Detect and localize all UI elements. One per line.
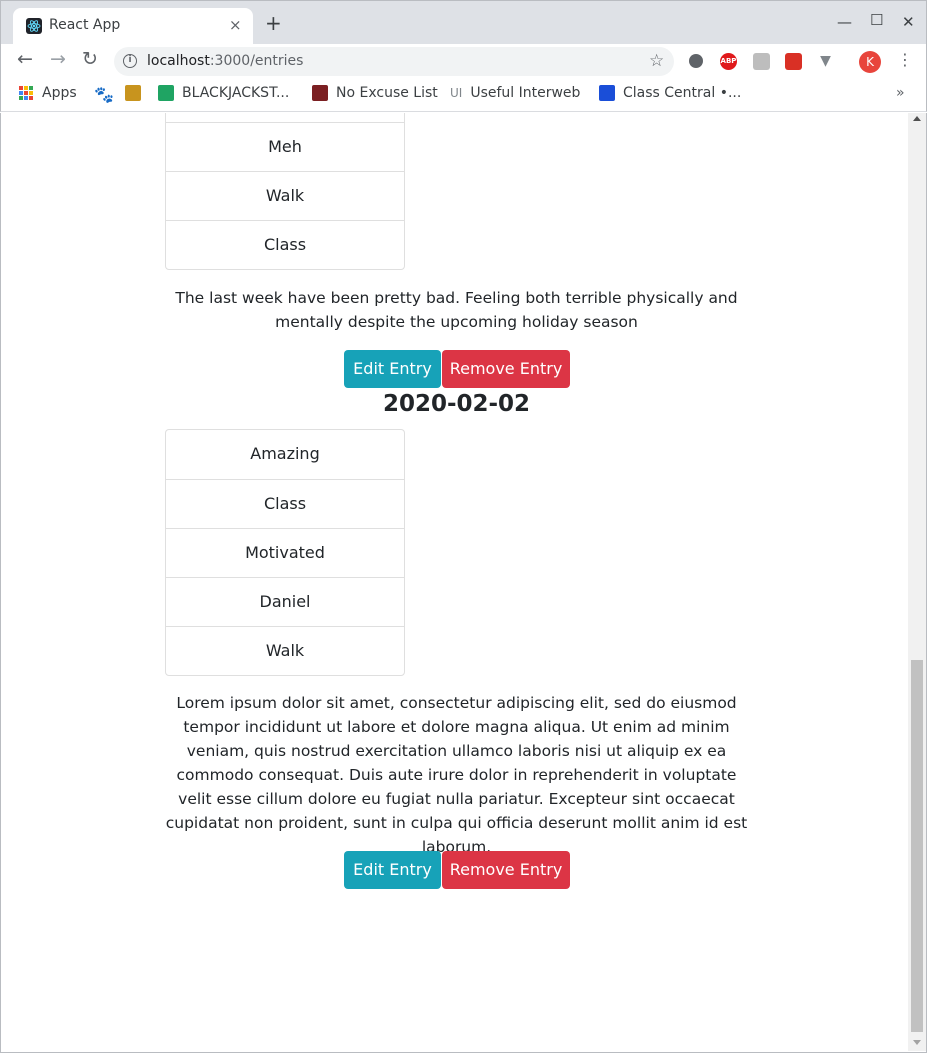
tab-react-app[interactable]: React App × — [13, 8, 253, 45]
remove-entry-button[interactable]: Remove Entry — [442, 350, 570, 388]
reload-icon[interactable]: ↻ — [82, 48, 98, 70]
bookmark-label: BLACKJACKST... — [182, 85, 290, 101]
extension-red-icon[interactable] — [785, 53, 802, 70]
browser-toolbar: ← → ↻ i localhost:3000/entries ☆ ABP ▼ K… — [0, 44, 927, 78]
bookmark-paw[interactable]: 🐾 — [94, 85, 114, 104]
react-icon — [26, 18, 42, 34]
blackjack-icon — [158, 85, 174, 101]
extension-circle-icon[interactable] — [689, 54, 703, 68]
scrollbar-thumb[interactable] — [911, 660, 923, 1032]
entry-date: 2020-02-02 — [382, 391, 531, 417]
bookmarks-bar: Apps 🐾 BLACKJACKST... No Excuse List UI … — [0, 78, 927, 112]
back-icon[interactable]: ← — [17, 48, 33, 70]
bookmark-label: No Excuse List — [336, 85, 438, 101]
tab-title: React App — [49, 17, 121, 33]
adblock-icon[interactable]: ABP — [720, 53, 737, 70]
vue-devtools-icon[interactable]: ▼ — [817, 53, 834, 70]
apps-grid-icon — [19, 86, 33, 100]
list-item — [166, 113, 404, 122]
list-item: Walk — [166, 626, 404, 675]
profile-avatar[interactable]: K — [859, 51, 881, 73]
bookmarks-overflow-icon[interactable]: » — [896, 85, 905, 101]
list-item: Walk — [166, 171, 404, 220]
url-text: localhost:3000/entries — [147, 53, 303, 69]
edit-entry-button[interactable]: Edit Entry — [344, 851, 441, 889]
tab-strip: React App × + — ☐ ✕ — [0, 0, 927, 45]
entry-text: Lorem ipsum dolor sit amet, consectetur … — [165, 694, 748, 856]
extension-grey-icon[interactable] — [753, 53, 770, 70]
close-window-icon[interactable]: ✕ — [902, 13, 915, 31]
bookmark-apps[interactable]: Apps — [19, 85, 77, 101]
entry-tag-list: Amazing Class Motivated Daniel Walk — [165, 429, 405, 676]
bookmark-useful-interweb[interactable]: UI Useful Interweb — [450, 85, 580, 101]
list-item: Meh — [166, 122, 404, 171]
page-scrollbar[interactable] — [908, 113, 926, 1051]
new-tab-button[interactable]: + — [265, 13, 282, 33]
url-path: :3000/entries — [209, 53, 304, 69]
bookmark-star-icon[interactable]: ☆ — [649, 51, 664, 71]
bookmark-label: Apps — [42, 85, 77, 101]
list-item: Motivated — [166, 528, 404, 577]
no-excuse-icon — [312, 85, 328, 101]
minimize-icon[interactable]: — — [837, 13, 852, 31]
list-item: Amazing — [250, 444, 320, 463]
scroll-down-arrow-icon[interactable] — [913, 1040, 921, 1045]
bookmark-no-excuse[interactable]: No Excuse List — [312, 85, 438, 101]
close-tab-icon[interactable]: × — [229, 16, 242, 34]
tiger-icon — [125, 85, 141, 101]
entry-text: The last week have been pretty bad. Feel… — [175, 289, 738, 331]
ui-icon: UI — [450, 86, 463, 100]
scroll-up-arrow-icon[interactable] — [913, 116, 921, 121]
paw-icon: 🐾 — [94, 85, 114, 104]
entry-tag-list: Meh Walk Class — [165, 113, 405, 270]
address-bar[interactable]: i localhost:3000/entries ☆ — [114, 47, 674, 76]
url-host: localhost — [147, 53, 210, 69]
bookmark-label: Useful Interweb — [470, 85, 581, 101]
info-icon[interactable]: i — [123, 54, 137, 68]
list-item: Class — [166, 220, 404, 269]
maximize-icon[interactable]: ☐ — [870, 11, 883, 29]
list-item: Daniel — [166, 577, 404, 626]
forward-icon[interactable]: → — [50, 48, 66, 70]
bookmark-tiger[interactable] — [125, 85, 149, 101]
bookmark-label: Class Central •... — [623, 85, 742, 101]
menu-dots-icon[interactable]: ⋮ — [897, 50, 913, 69]
list-item: Class — [166, 479, 404, 528]
bookmark-blackjack[interactable]: BLACKJACKST... — [158, 85, 289, 101]
remove-entry-button[interactable]: Remove Entry — [442, 851, 570, 889]
edit-entry-button[interactable]: Edit Entry — [344, 350, 441, 388]
page-viewport: Meh Walk Class The last week have been p… — [0, 113, 927, 1053]
bookmark-class-central[interactable]: Class Central •... — [599, 85, 741, 101]
class-central-icon — [599, 85, 615, 101]
